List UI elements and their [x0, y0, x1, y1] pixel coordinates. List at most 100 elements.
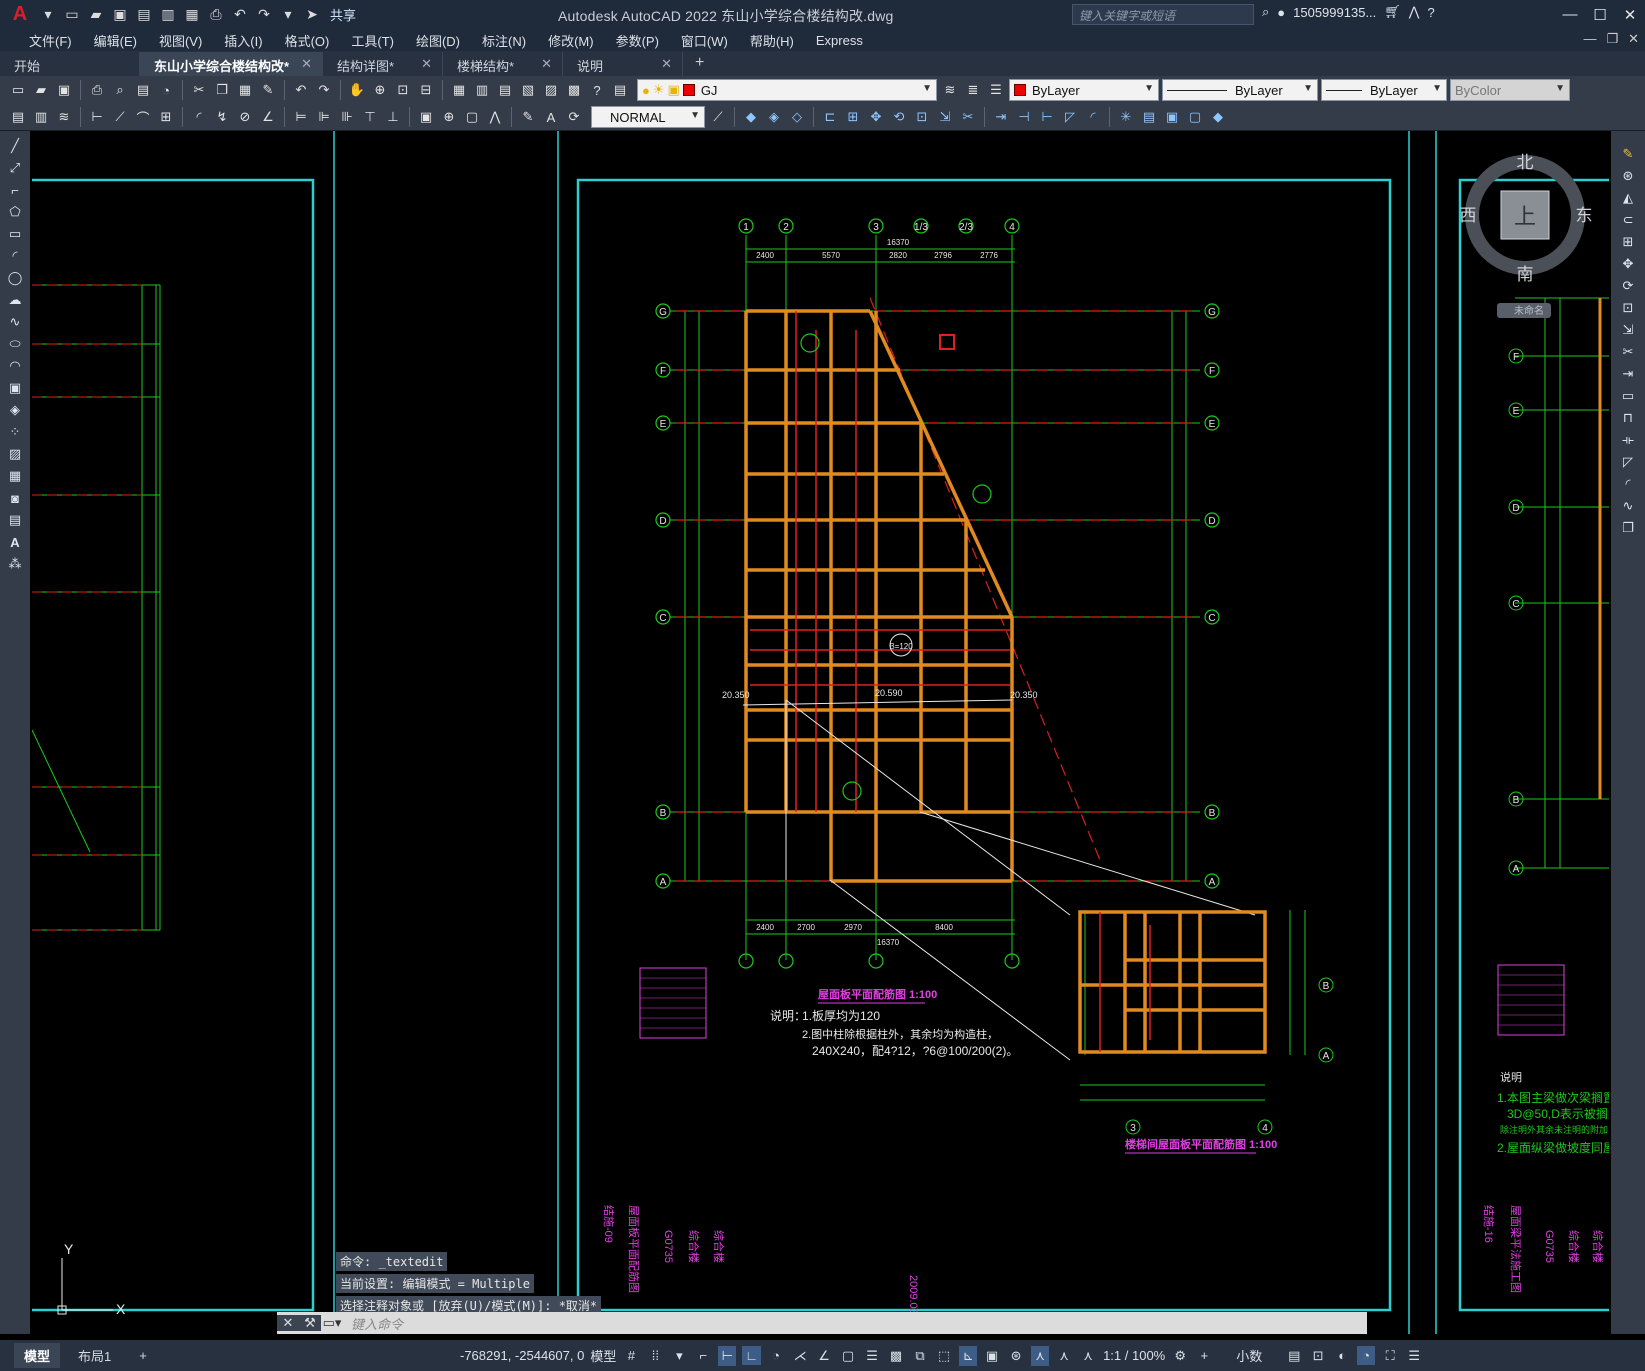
tab-main-drawing[interactable]: 东山小学综合楼结构改* ✕ — [140, 52, 323, 76]
explode-icon[interactable]: ✳ — [1116, 107, 1136, 127]
annotation-visibility-icon[interactable]: ⋏ — [1031, 1345, 1050, 1366]
arc-icon[interactable]: ◜ — [4, 247, 26, 265]
preview-icon[interactable]: ⌕ — [110, 80, 130, 100]
menu-tools[interactable]: 工具(T) — [340, 31, 405, 50]
dim-space-icon[interactable]: ⊤ — [360, 107, 380, 127]
tab-structure-detail[interactable]: 结构详图* ✕ — [323, 52, 443, 76]
calculator-icon[interactable]: ▩ — [564, 80, 584, 100]
move-icon[interactable]: ✥ — [866, 107, 886, 127]
paste-icon[interactable]: ▦ — [235, 80, 255, 100]
erase-icon[interactable]: ✎ — [1617, 145, 1639, 163]
rotate-icon[interactable]: ⟳ — [1617, 277, 1639, 295]
markup-icon[interactable]: ▨ — [541, 80, 561, 100]
menu-help[interactable]: 帮助(H) — [739, 31, 805, 50]
new-icon[interactable]: ▭ — [8, 80, 28, 100]
save-as-icon[interactable]: ▤ — [134, 5, 154, 25]
dim-text-edit-icon[interactable]: A — [541, 107, 561, 127]
viewcube[interactable]: 上 北 南 东 西 未命名 — [1460, 153, 1593, 318]
save-web-icon[interactable]: ▦ — [182, 5, 202, 25]
layer-manager-icon[interactable]: ≋ — [54, 107, 74, 127]
close-tab-icon[interactable]: ✕ — [421, 56, 432, 76]
grid-icon[interactable]: # — [622, 1348, 640, 1363]
redo-icon[interactable]: ↷ — [314, 80, 334, 100]
new-icon[interactable]: ▭ — [62, 5, 82, 25]
jogged-dim-icon[interactable]: ↯ — [212, 107, 232, 127]
save-icon[interactable]: ▣ — [110, 5, 130, 25]
trim-icon[interactable]: ✂ — [1617, 343, 1639, 361]
join-icon[interactable]: ⊢ — [1037, 107, 1057, 127]
mirror-icon[interactable]: ◭ — [1617, 189, 1639, 207]
zoom-window-icon[interactable]: ⊡ — [393, 80, 413, 100]
explode-icon[interactable]: ❐ — [1617, 519, 1639, 537]
3d-osnap-icon[interactable]: ⬚ — [935, 1348, 953, 1364]
share-button[interactable]: 共享 — [330, 5, 356, 24]
aligned-dim-icon[interactable]: ⟋ — [110, 107, 130, 127]
fillet-icon[interactable]: ◜ — [1083, 107, 1103, 127]
dynamic-input-icon[interactable]: ▾ — [670, 1348, 688, 1364]
plotstyle-dropdown[interactable]: ByColor ▼ — [1450, 79, 1570, 101]
pan-icon[interactable]: ✋ — [347, 80, 367, 100]
units-value[interactable]: 小数 — [1219, 1346, 1279, 1365]
add-selected-icon[interactable]: ⁂ — [4, 555, 26, 573]
break-at-point-icon[interactable]: ▭ — [1617, 387, 1639, 405]
clean-screen-icon[interactable]: ⛶ — [1381, 1348, 1399, 1364]
layer-states-icon[interactable]: ☰ — [986, 80, 1006, 100]
undo-icon[interactable]: ↶ — [230, 5, 250, 25]
close-tab-icon[interactable]: ✕ — [301, 56, 312, 76]
ellipse-arc-icon[interactable]: ◠ — [4, 357, 26, 375]
quick-dim-icon[interactable]: ⊨ — [291, 107, 311, 127]
insert-block-icon[interactable]: ▣ — [4, 379, 26, 397]
fillet-icon[interactable]: ◜ — [1617, 475, 1639, 493]
tab-model[interactable]: 模型 — [14, 1343, 61, 1368]
open-icon[interactable]: ▰ — [86, 5, 106, 25]
cut-icon[interactable]: ✂ — [189, 80, 209, 100]
properties-icon[interactable]: ▦ — [449, 80, 469, 100]
customize-status-icon[interactable]: ☰ — [1405, 1348, 1423, 1364]
tab-stair-structure[interactable]: 楼梯结构* ✕ — [443, 52, 563, 76]
model-space-toggle[interactable]: 模型 — [590, 1346, 616, 1365]
hardware-acceleration-icon[interactable]: ◔ — [1357, 1346, 1376, 1365]
circle-icon[interactable]: ◯ — [4, 269, 26, 287]
print-icon[interactable]: ⎙ — [206, 5, 226, 25]
scale-icon[interactable]: ⊡ — [912, 107, 932, 127]
diameter-dim-icon[interactable]: ⊘ — [235, 107, 255, 127]
selection-cycling-icon[interactable]: ⧉ — [911, 1348, 929, 1364]
polar-tracking-icon[interactable]: ◔ — [767, 1348, 785, 1363]
close-tab-icon[interactable]: ✕ — [661, 56, 672, 76]
chamfer-icon[interactable]: ◸ — [1060, 107, 1080, 127]
blend-curves-icon[interactable]: ∿ — [1617, 497, 1639, 515]
jogged-linear-icon[interactable]: ⋀ — [485, 107, 505, 127]
center-mark-icon[interactable]: ⊕ — [439, 107, 459, 127]
properties-icon[interactable]: ▤ — [1139, 107, 1159, 127]
menu-draw[interactable]: 绘图(D) — [405, 31, 471, 50]
line-icon[interactable]: ╱ — [4, 137, 26, 155]
save-icon[interactable]: ▣ — [54, 80, 74, 100]
table-icon[interactable]: ▤ — [4, 511, 26, 529]
redo-icon[interactable]: ↷ — [254, 5, 274, 25]
menu-express[interactable]: Express — [805, 33, 874, 48]
dim-style-icon[interactable]: ▥ — [31, 107, 51, 127]
tool-palettes-icon[interactable]: ▤ — [495, 80, 515, 100]
menu-window[interactable]: 窗口(W) — [670, 31, 739, 50]
layer-dropdown[interactable]: ● ☀ ▣ GJ ▼ — [637, 79, 937, 101]
stretch-icon[interactable]: ⇲ — [935, 107, 955, 127]
doc-restore-icon[interactable]: ❐ — [1606, 31, 1618, 47]
menu-format[interactable]: 格式(O) — [274, 31, 341, 50]
sheet-set-icon[interactable]: ▧ — [518, 80, 538, 100]
spline-icon[interactable]: ∿ — [4, 313, 26, 331]
cart-icon[interactable]: 🛒︎ — [1384, 4, 1401, 20]
linetype-dropdown[interactable]: ByLayer ▼ — [1162, 79, 1318, 101]
dropdown-icon[interactable]: ▾ — [38, 5, 58, 25]
design-center-icon[interactable]: ▥ — [472, 80, 492, 100]
break-icon[interactable]: ⊓ — [1617, 409, 1639, 427]
doc-close-icon[interactable]: ✕ — [1628, 31, 1639, 47]
publish-icon[interactable]: ▤ — [133, 80, 153, 100]
infer-constraints-icon[interactable]: ⌐ — [694, 1348, 712, 1363]
polyline-icon[interactable]: ⌐ — [4, 181, 26, 199]
open-icon[interactable]: ▰ — [31, 80, 51, 100]
dim-update-icon[interactable]: ⟳ — [564, 107, 584, 127]
layer-properties-icon[interactable]: ▤ — [610, 80, 630, 100]
group-icon[interactable]: ▣ — [1162, 107, 1182, 127]
dim-break-icon[interactable]: ⊥ — [383, 107, 403, 127]
rectangle-icon[interactable]: ▭ — [4, 225, 26, 243]
